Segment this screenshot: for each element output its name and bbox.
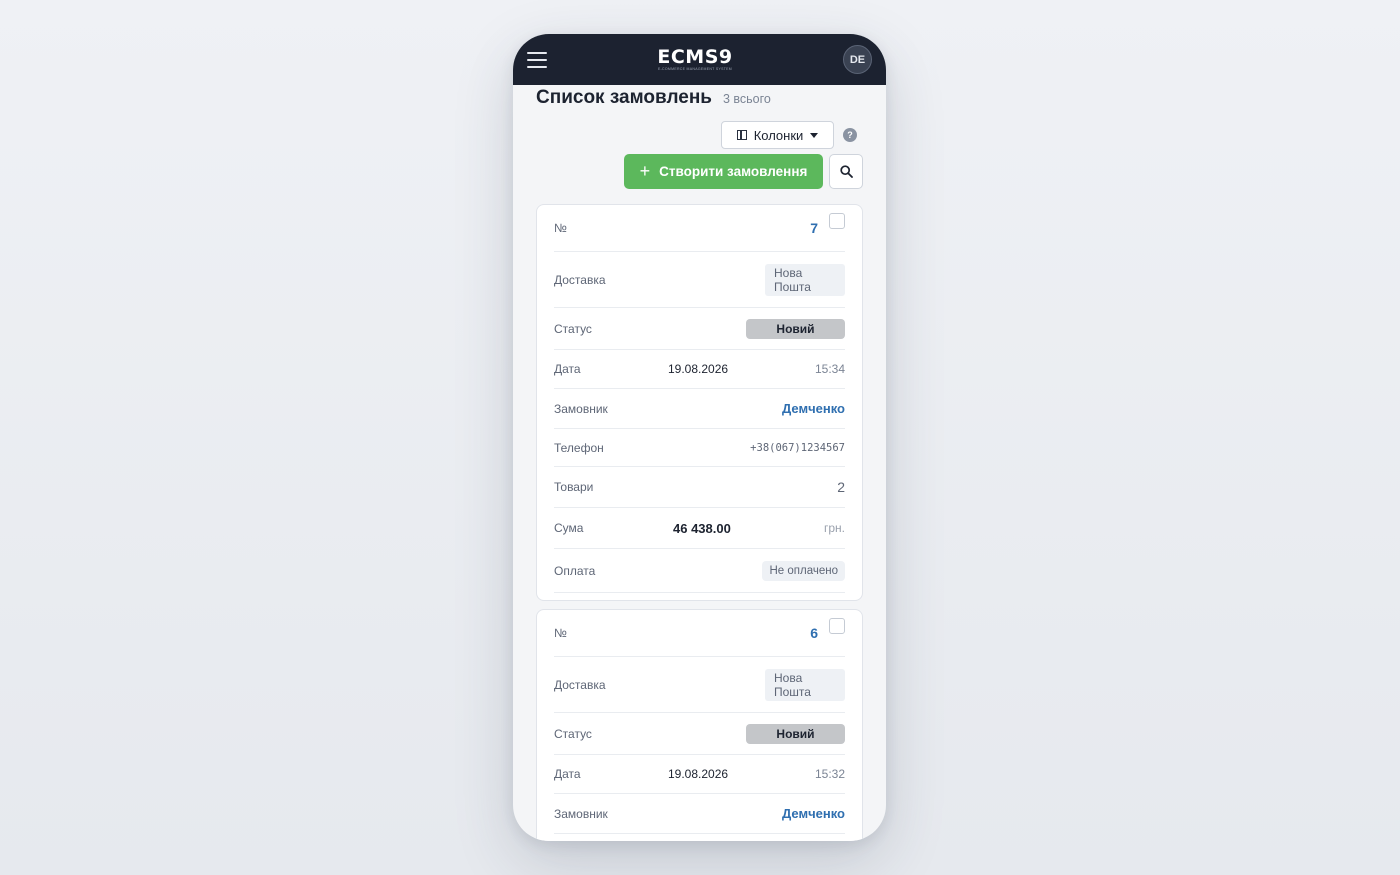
date-label: Дата <box>554 767 581 781</box>
order-card: № 6 Доставка Нова Пошта Статус Новий Дат… <box>536 609 863 841</box>
status-label: Статус <box>554 726 592 741</box>
items-count: 2 <box>837 479 845 495</box>
search-button[interactable] <box>829 154 863 189</box>
phone-label: Телефон <box>554 440 604 455</box>
top-navbar: ECMS9 E-COMMERCE MANAGEMENT SYSTEM DE <box>513 34 886 85</box>
delivery-label: Доставка <box>554 272 606 287</box>
order-number-row: № 7 <box>554 205 845 252</box>
logo-text: ECMS9 <box>657 46 733 68</box>
columns-icon <box>736 130 747 140</box>
sum-value: 46 438.00 <box>673 520 731 536</box>
currency-label: грн. <box>823 521 845 535</box>
payment-label: Оплата <box>554 563 596 578</box>
page-title: Список замовлень <box>536 87 712 108</box>
order-number-link[interactable]: 6 <box>810 625 818 641</box>
total-count: 3 всього <box>722 92 771 106</box>
payment-badge: Не оплачено <box>762 560 845 581</box>
delivery-label: Доставка <box>554 677 606 692</box>
customer-label: Замовник <box>554 401 608 416</box>
title-row: Список замовлень 3 всього <box>536 87 771 109</box>
sum-row: Сума 46 438.00 грн. <box>554 508 845 549</box>
phone-value: +38(067)1234567 <box>750 441 845 454</box>
status-badge[interactable]: Новий <box>746 723 845 744</box>
order-date: 19.08.2026 <box>668 362 729 376</box>
customer-row: Замовник Демченко <box>554 794 845 834</box>
delivery-row: Доставка Нова Пошта <box>554 252 845 308</box>
items-label: Товари <box>554 480 594 494</box>
customer-row: Замовник Демченко <box>554 389 845 429</box>
date-row: Дата 19.08.2026 15:32 <box>554 755 845 794</box>
caret-down-icon <box>810 132 819 138</box>
mobile-frame: ECMS9 E-COMMERCE MANAGEMENT SYSTEM DE Сп… <box>513 34 886 841</box>
search-icon <box>839 165 853 178</box>
number-label: № <box>554 221 567 235</box>
status-badge[interactable]: Новий <box>746 318 845 339</box>
status-row: Статус Новий <box>554 713 845 755</box>
logo-subtitle: E-COMMERCE MANAGEMENT SYSTEM <box>657 67 733 71</box>
user-avatar[interactable]: DE <box>842 45 872 74</box>
order-number-link[interactable]: 7 <box>810 220 818 236</box>
create-order-button[interactable]: + Створити замовлення <box>624 154 823 189</box>
order-time: 15:34 <box>814 362 845 376</box>
order-number-row: № 6 <box>554 610 845 657</box>
order-card: № 7 Доставка Нова Пошта Статус Новий Дат… <box>536 204 863 601</box>
customer-label: Замовник <box>554 806 608 821</box>
delivery-badge: Нова Пошта <box>765 668 845 701</box>
delivery-row: Доставка Нова Пошта <box>554 657 845 713</box>
date-row: Дата 19.08.2026 15:34 <box>554 350 845 389</box>
columns-label: Колонки <box>753 127 804 143</box>
help-icon[interactable]: ? <box>843 128 857 142</box>
order-date: 19.08.2026 <box>668 767 729 781</box>
columns-dropdown-button[interactable]: Колонки <box>721 121 834 149</box>
status-label: Статус <box>554 321 592 336</box>
plus-icon: + <box>639 160 651 181</box>
logo[interactable]: ECMS9 E-COMMERCE MANAGEMENT SYSTEM <box>657 46 733 72</box>
order-time: 15:32 <box>814 767 845 781</box>
create-order-label: Створити замовлення <box>659 164 808 179</box>
delivery-badge: Нова Пошта <box>765 263 845 296</box>
sum-label: Сума <box>554 521 584 535</box>
phone-row: Телефон +38(067)1234567 <box>554 429 845 467</box>
hamburger-menu-icon[interactable] <box>527 51 547 69</box>
customer-link[interactable]: Демченко <box>782 806 845 821</box>
date-label: Дата <box>554 362 581 376</box>
status-row: Статус Новий <box>554 308 845 350</box>
number-label: № <box>554 626 567 640</box>
customer-link[interactable]: Демченко <box>782 401 845 416</box>
payment-row: Оплата Не оплачено <box>554 549 845 593</box>
items-row: Товари 2 <box>554 467 845 508</box>
